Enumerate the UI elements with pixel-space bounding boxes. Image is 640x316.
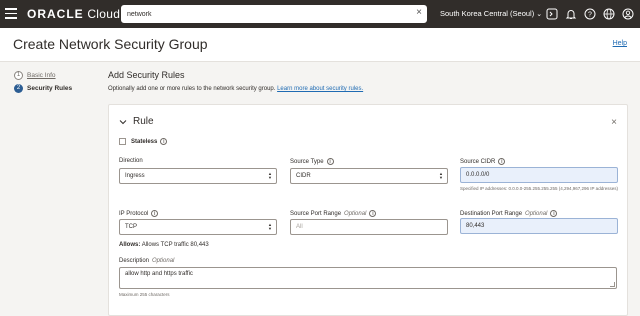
section-title: Add Security Rules bbox=[108, 70, 185, 80]
help-link[interactable]: Help bbox=[613, 40, 627, 47]
rule-title: Rule bbox=[133, 116, 154, 127]
stateless-checkbox[interactable] bbox=[119, 138, 126, 145]
globe-icon[interactable] bbox=[603, 8, 615, 20]
close-icon[interactable]: × bbox=[611, 117, 617, 128]
select-arrows-icon: ▲ ▼ bbox=[268, 222, 272, 231]
info-icon[interactable]: i bbox=[369, 210, 377, 217]
step-number: 2 bbox=[14, 83, 23, 93]
stateless-label: Stateless i bbox=[131, 138, 168, 145]
select-arrows-icon: ▲ ▼ bbox=[439, 171, 443, 180]
bell-icon[interactable] bbox=[565, 8, 577, 20]
wizard-steps: 1 Basic Info 2 Security Rules bbox=[14, 70, 72, 96]
description-helper: Maximum 255 characters bbox=[119, 292, 170, 297]
step-label: Security Rules bbox=[27, 84, 73, 92]
learn-more-link[interactable]: Learn more about security rules. bbox=[277, 86, 363, 92]
search-box[interactable]: × bbox=[121, 5, 427, 23]
source-type-select[interactable]: CIDR ▲ ▼ bbox=[290, 168, 448, 184]
hamburger-icon[interactable] bbox=[5, 8, 17, 19]
description-textarea[interactable]: allow http and https traffic bbox=[119, 267, 617, 289]
source-cidr-input[interactable]: 0.0.0.0/0 bbox=[460, 167, 618, 183]
user-icon[interactable] bbox=[622, 8, 634, 20]
rule-card: Rule × Stateless i Direction Ingress ▲ ▼ S… bbox=[108, 104, 628, 316]
chevron-down-icon[interactable] bbox=[119, 118, 127, 126]
step-label[interactable]: Basic Info bbox=[27, 72, 56, 79]
ip-protocol-select[interactable]: TCP ▲ ▼ bbox=[119, 219, 277, 235]
resize-handle[interactable] bbox=[610, 282, 615, 287]
step-basic-info[interactable]: 1 Basic Info bbox=[14, 70, 72, 80]
page-title: Create Network Security Group bbox=[13, 36, 208, 52]
source-port-range-label: Source Port Range Optional i bbox=[290, 210, 377, 217]
page-header: Create Network Security Group Help bbox=[0, 28, 640, 62]
info-icon[interactable]: i bbox=[160, 138, 168, 145]
source-cidr-helper: Specified IP addresses: 0.0.0.0-255.255.… bbox=[460, 186, 618, 191]
region-selector[interactable]: South Korea Central (Seoul) ⌄ bbox=[440, 9, 542, 18]
info-icon[interactable]: i bbox=[326, 158, 334, 165]
source-port-range-input[interactable]: All bbox=[290, 219, 448, 235]
select-arrows-icon: ▲ ▼ bbox=[268, 171, 272, 180]
source-cidr-label: Source CIDR i bbox=[460, 158, 506, 165]
destination-port-range-input[interactable]: 80,443 bbox=[460, 218, 618, 234]
ip-protocol-label: IP Protocol i bbox=[119, 210, 159, 217]
clear-search-icon[interactable]: × bbox=[416, 7, 422, 18]
step-number: 1 bbox=[14, 70, 23, 80]
oracle-cloud-logo[interactable]: ORACLE Cloud bbox=[27, 7, 120, 21]
chevron-down-icon: ⌄ bbox=[536, 11, 543, 18]
direction-select[interactable]: Ingress ▲ ▼ bbox=[119, 168, 277, 184]
step-security-rules[interactable]: 2 Security Rules bbox=[14, 83, 72, 93]
direction-label: Direction bbox=[119, 158, 143, 164]
destination-port-range-label: Destination Port Range Optional i bbox=[460, 210, 558, 217]
help-icon[interactable]: ? bbox=[584, 8, 596, 20]
section-description: Optionally add one or more rules to the … bbox=[108, 86, 364, 92]
svg-text:?: ? bbox=[588, 12, 592, 19]
cloud-shell-icon[interactable] bbox=[546, 8, 558, 20]
top-bar: ORACLE Cloud × South Korea Central (Seou… bbox=[0, 0, 640, 28]
source-type-label: Source Type i bbox=[290, 158, 334, 165]
allows-summary: Allows: Allows TCP traffic 80,443 bbox=[119, 242, 209, 248]
info-icon[interactable]: i bbox=[498, 158, 506, 165]
info-icon[interactable]: i bbox=[550, 210, 558, 217]
description-label: Description Optional bbox=[119, 258, 175, 264]
search-input[interactable] bbox=[127, 8, 407, 21]
info-icon[interactable]: i bbox=[151, 210, 159, 217]
